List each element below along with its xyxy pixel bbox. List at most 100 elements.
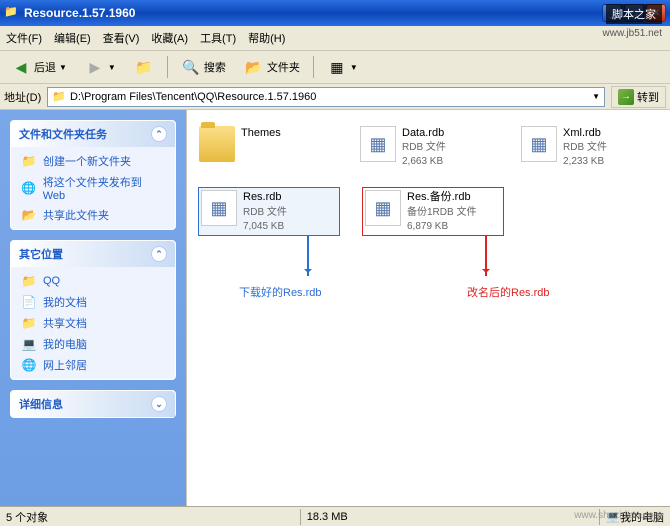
place-label: 网上邻居 [43, 357, 87, 373]
task-share[interactable]: 📂 共享此文件夹 [21, 207, 165, 223]
dropdown-icon: ▼ [108, 63, 116, 72]
address-input[interactable]: 📁 D:\Program Files\Tencent\QQ\Resource.1… [47, 87, 605, 107]
place-label: QQ [43, 275, 60, 287]
panel-details: 详细信息 ⌄ [10, 390, 176, 418]
arrow-red [485, 236, 487, 276]
menu-edit[interactable]: 编辑(E) [54, 30, 91, 46]
panel-header[interactable]: 文件和文件夹任务 ⌃ [11, 121, 175, 147]
up-icon: 📁 [134, 57, 154, 77]
file-meta: Themes [241, 126, 281, 168]
forward-icon: ▶ [85, 57, 105, 77]
share-icon: 📂 [21, 207, 37, 223]
publish-icon: 🌐 [21, 180, 37, 196]
menu-favorites[interactable]: 收藏(A) [151, 30, 188, 46]
panel-tasks: 文件和文件夹任务 ⌃ 📁创建一个新文件夹 🌐 将这个文件夹发布到 Web 📂 共享此… [10, 120, 176, 230]
file-meta: Res.备份.rdb 备份1RDB 文件 6,879 KB [407, 190, 476, 232]
panel-header[interactable]: 其它位置 ⌃ [11, 241, 175, 267]
file-row: Themes Data.rdb RDB 文件 2,663 KB Xml.rdb … [199, 126, 658, 168]
back-icon: ◀ [11, 57, 31, 77]
file-area[interactable]: Themes Data.rdb RDB 文件 2,663 KB Xml.rdb … [186, 110, 670, 506]
rdb-icon [201, 190, 237, 226]
annotation-text: 下载好的 [239, 287, 283, 299]
annotation-filename: Res.rdb [511, 287, 550, 299]
annotation-text: 改名后的 [467, 287, 511, 299]
file-type: RDB 文件 [563, 141, 607, 154]
task-publish[interactable]: 🌐 将这个文件夹发布到 Web [21, 174, 165, 202]
annotation-renamed: 改名后的Res.rdb [467, 284, 550, 300]
file-type: RDB 文件 [402, 141, 446, 154]
up-button[interactable]: 📁 [127, 54, 161, 80]
file-meta: Res.rdb RDB 文件 7,045 KB [243, 190, 287, 232]
status-bar: 5 个对象 18.3 MB 💻 我的电脑 [0, 506, 670, 526]
file-row: Res.rdb RDB 文件 7,045 KB Res.备份.rdb 备份1RD… [199, 188, 658, 234]
folder-icon: 📁 [4, 5, 20, 21]
place-label: 我的文档 [43, 294, 87, 310]
window-title: Resource.1.57.1960 [24, 6, 602, 20]
menu-tools[interactable]: 工具(T) [200, 30, 236, 46]
menu-help[interactable]: 帮助(H) [248, 30, 285, 46]
separator [167, 56, 168, 78]
place-qq[interactable]: 📁 QQ [21, 273, 165, 289]
computer-icon: 💻 [21, 336, 37, 352]
docs-icon: 📄 [21, 294, 37, 310]
file-name: Xml.rdb [563, 126, 607, 140]
file-item-res-backup[interactable]: Res.备份.rdb 备份1RDB 文件 6,879 KB [363, 188, 503, 234]
file-item-res[interactable]: Res.rdb RDB 文件 7,045 KB [199, 188, 339, 234]
folder-icon: 📁 [21, 273, 37, 289]
shared-icon: 📁 [21, 315, 37, 331]
collapse-icon[interactable]: ⌃ [151, 126, 167, 142]
file-name: Data.rdb [402, 126, 446, 140]
watermark-url: www.jb51.net [603, 28, 662, 39]
place-label: 我的电脑 [43, 336, 87, 352]
back-button[interactable]: ◀ 后退 ▼ [4, 54, 74, 80]
rdb-icon [521, 126, 557, 162]
collapse-icon[interactable]: ⌃ [151, 246, 167, 262]
file-item-xml[interactable]: Xml.rdb RDB 文件 2,233 KB [521, 126, 658, 168]
arrow-blue [307, 236, 309, 276]
back-label: 后退 [34, 59, 56, 75]
folders-button[interactable]: 📂 文件夹 [237, 54, 307, 80]
dropdown-icon: ▼ [59, 63, 67, 72]
watermark-bottom2: www.shazidian.com [574, 510, 662, 521]
panel-body: 📁 QQ 📄 我的文档 📁 共享文档 💻 我的电脑 🌐 网上邻居 [11, 267, 175, 379]
place-mydocs[interactable]: 📄 我的文档 [21, 294, 165, 310]
panel-title: 其它位置 [19, 246, 63, 262]
views-icon: ▦ [327, 57, 347, 77]
folder-icon [199, 126, 235, 162]
panel-title: 文件和文件夹任务 [19, 126, 107, 142]
status-objects: 5 个对象 [6, 509, 48, 525]
search-button[interactable]: 🔍 搜索 [174, 54, 233, 80]
file-meta: Xml.rdb RDB 文件 2,233 KB [563, 126, 607, 168]
go-button[interactable]: → 转到 [611, 86, 666, 108]
dropdown-icon[interactable]: ▼ [592, 92, 600, 101]
file-name: Res.rdb [243, 190, 287, 204]
place-shared[interactable]: 📁 共享文档 [21, 315, 165, 331]
toolbar: ◀ 后退 ▼ ▶ ▼ 📁 🔍 搜索 📂 文件夹 ▦ ▼ [0, 50, 670, 84]
file-type: 备份1RDB 文件 [407, 206, 476, 219]
menu-view[interactable]: 查看(V) [103, 30, 140, 46]
annotation-downloaded: 下载好的Res.rdb [239, 284, 322, 300]
file-item-themes[interactable]: Themes [199, 126, 336, 168]
file-meta: Data.rdb RDB 文件 2,663 KB [402, 126, 446, 168]
network-icon: 🌐 [21, 357, 37, 373]
go-label: 转到 [637, 89, 659, 105]
file-type: RDB 文件 [243, 206, 287, 219]
task-label: 共享此文件夹 [43, 207, 109, 223]
place-network[interactable]: 🌐 网上邻居 [21, 357, 165, 373]
separator [313, 56, 314, 78]
panel-header[interactable]: 详细信息 ⌄ [11, 391, 175, 417]
expand-icon[interactable]: ⌄ [151, 396, 167, 412]
file-name: Themes [241, 126, 281, 140]
file-item-data[interactable]: Data.rdb RDB 文件 2,663 KB [360, 126, 497, 168]
task-label: 将这个文件夹发布到 Web [43, 174, 165, 202]
place-mycomputer[interactable]: 💻 我的电脑 [21, 336, 165, 352]
file-size: 6,879 KB [407, 220, 476, 233]
new-folder-icon: 📁 [21, 153, 37, 169]
views-button[interactable]: ▦ ▼ [320, 54, 365, 80]
folder-icon: 📁 [52, 90, 66, 103]
place-label: 共享文档 [43, 315, 87, 331]
menu-file[interactable]: 文件(F) [6, 30, 42, 46]
task-new-folder[interactable]: 📁创建一个新文件夹 [21, 153, 165, 169]
search-label: 搜索 [204, 59, 226, 75]
forward-button[interactable]: ▶ ▼ [78, 54, 123, 80]
